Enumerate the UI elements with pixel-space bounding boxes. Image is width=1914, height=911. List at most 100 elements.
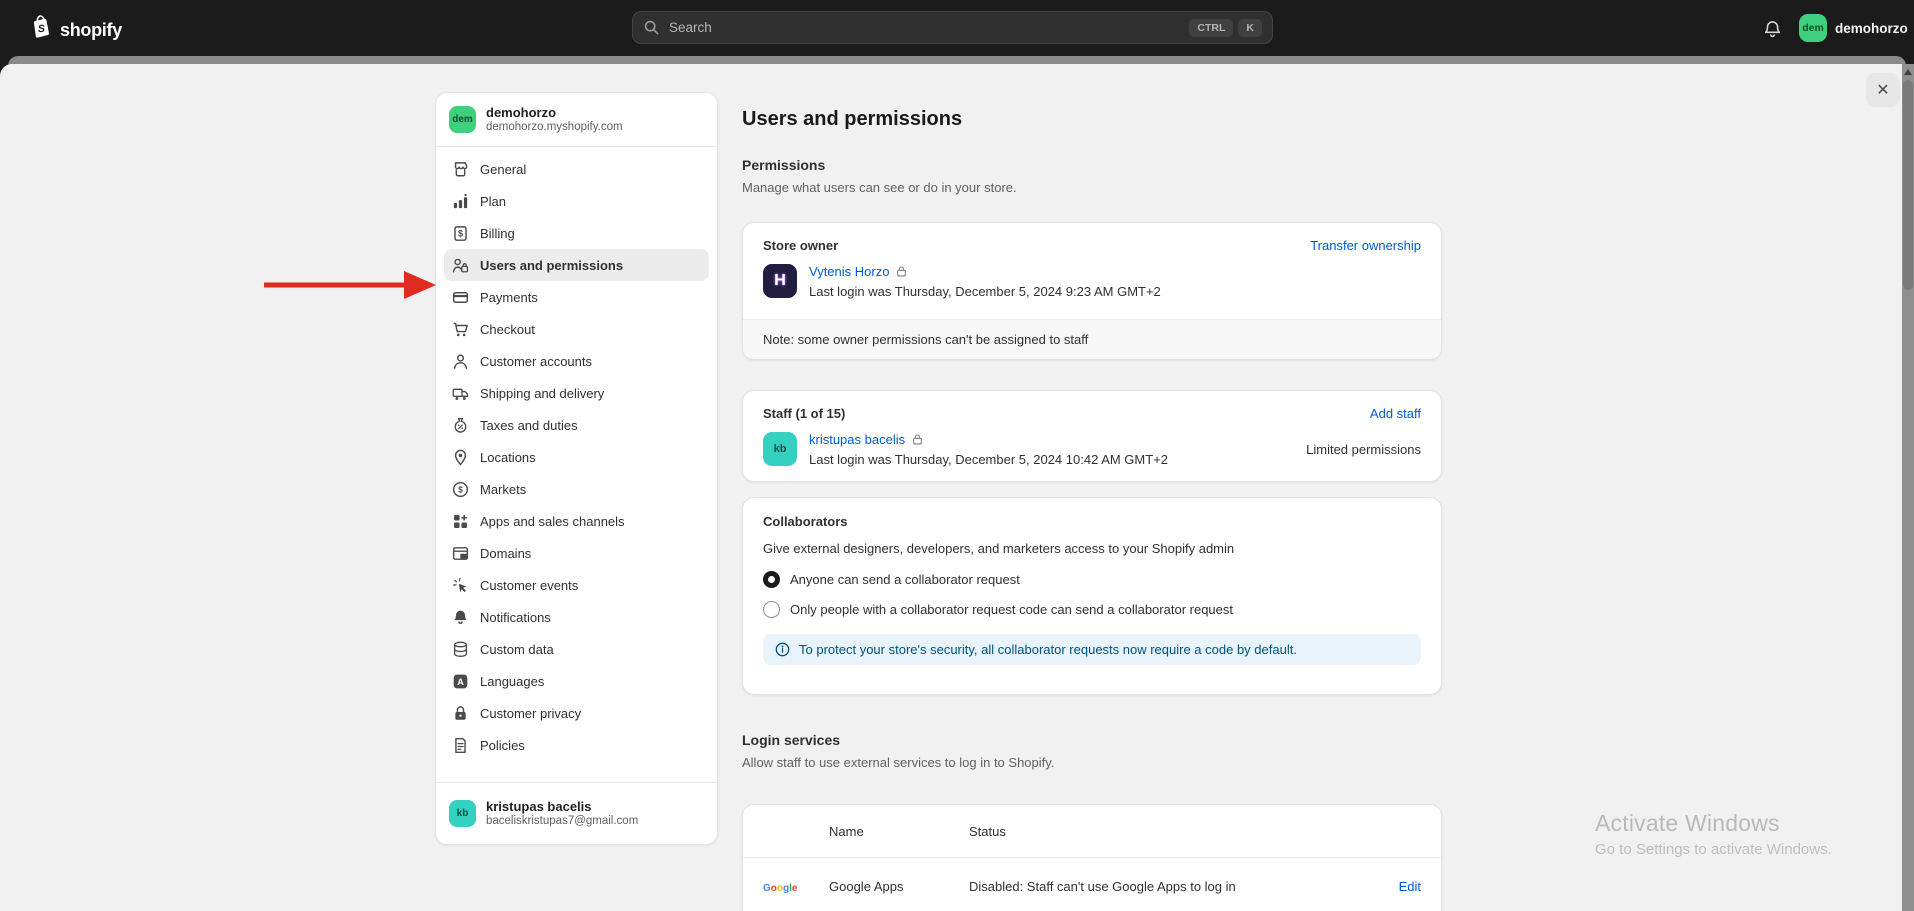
staff-avatar: kb <box>763 432 797 466</box>
radio-selected[interactable] <box>763 571 780 588</box>
sidebar-item-label: Customer privacy <box>480 706 581 721</box>
transfer-ownership-link[interactable]: Transfer ownership <box>1310 238 1421 253</box>
store-header[interactable]: dem demohorzo demohorzo.myshopify.com <box>436 93 717 147</box>
radio-option-anyone-can-send-a-collaborator[interactable]: Anyone can send a collaborator request <box>763 571 1421 588</box>
staff-name-link[interactable]: kristupas bacelis <box>809 432 1168 447</box>
login-services-description: Allow staff to use external services to … <box>742 755 1054 770</box>
login-col-name: Name <box>829 824 969 839</box>
owner-last-login: Last login was Thursday, December 5, 202… <box>809 284 1161 299</box>
sidebar-item-notifications[interactable]: Notifications <box>444 601 709 633</box>
sidebar-user[interactable]: kb kristupas bacelis baceliskristupas7@g… <box>436 782 717 844</box>
collaborators-card: Collaborators Give external designers, d… <box>742 497 1442 695</box>
sidebar-item-plan[interactable]: Plan <box>444 185 709 217</box>
user-email: baceliskristupas7@gmail.com <box>486 814 638 828</box>
sidebar-item-label: General <box>480 162 526 177</box>
sidebar-item-label: Languages <box>480 674 544 689</box>
sidebar-item-payments[interactable]: Payments <box>444 281 709 313</box>
policies-doc-icon <box>451 736 470 755</box>
sidebar-item-checkout[interactable]: Checkout <box>444 313 709 345</box>
user-name: kristupas bacelis <box>486 799 638 814</box>
staff-heading: Staff (1 of 15) <box>763 406 845 421</box>
location-pin-icon <box>451 448 470 467</box>
close-icon: ✕ <box>1876 80 1889 100</box>
sidebar-item-label: Payments <box>480 290 538 305</box>
radio-unselected[interactable] <box>763 601 780 618</box>
sidebar-item-apps-and-sales-channels[interactable]: Apps and sales channels <box>444 505 709 537</box>
svg-text:S: S <box>38 23 46 35</box>
radio-option-only-people-with-a-collaborato[interactable]: Only people with a collaborator request … <box>763 601 1421 618</box>
search-icon <box>643 19 660 36</box>
sidebar-item-users-and-permissions[interactable]: Users and permissions <box>444 249 709 281</box>
taxes-icon <box>451 416 470 435</box>
staff-permissions-label: Limited permissions <box>1306 442 1421 457</box>
scrollbar-up-arrow-icon[interactable] <box>1904 69 1912 75</box>
svg-text:A: A <box>457 676 464 686</box>
sidebar-item-customer-privacy[interactable]: Customer privacy <box>444 697 709 729</box>
svg-text:$: $ <box>458 228 463 238</box>
sidebar-item-shipping-and-delivery[interactable]: Shipping and delivery <box>444 377 709 409</box>
customer-accounts-icon <box>451 352 470 371</box>
staff-last-login: Last login was Thursday, December 5, 202… <box>809 452 1168 467</box>
store-avatar: dem <box>449 106 476 133</box>
sidebar-item-label: Customer accounts <box>480 354 592 369</box>
sidebar-item-label: Customer events <box>480 578 578 593</box>
account-avatar: dem <box>1799 14 1827 42</box>
close-button[interactable]: ✕ <box>1866 73 1900 107</box>
sidebar-item-customer-events[interactable]: Customer events <box>444 569 709 601</box>
lock-icon <box>895 265 908 278</box>
svg-text:$: $ <box>458 485 463 494</box>
login-services-rows: GoogleGoogle AppsDisabled: Staff can't u… <box>743 858 1441 911</box>
google-logo: Google <box>763 879 829 894</box>
edit-service-link[interactable]: Edit <box>1371 879 1421 894</box>
custom-data-icon <box>451 640 470 659</box>
account-menu[interactable]: dem demohorzo <box>1799 14 1908 42</box>
sidebar-item-customer-accounts[interactable]: Customer accounts <box>444 345 709 377</box>
owner-avatar: H <box>763 264 797 298</box>
languages-icon: A <box>451 672 470 691</box>
sidebar-item-custom-data[interactable]: Custom data <box>444 633 709 665</box>
sidebar-item-languages[interactable]: A Languages <box>444 665 709 697</box>
sidebar-item-label: Domains <box>480 546 531 561</box>
search-input[interactable]: Search CTRL K <box>632 11 1273 44</box>
info-icon <box>775 642 790 657</box>
checkout-cart-icon <box>451 320 470 339</box>
sidebar-item-billing[interactable]: $Billing <box>444 217 709 249</box>
page-title: Users and permissions <box>742 108 962 131</box>
notifications-bell-icon <box>451 608 470 627</box>
sidebar-item-label: Checkout <box>480 322 535 337</box>
lock-icon <box>911 433 924 446</box>
sidebar-item-locations[interactable]: Locations <box>444 441 709 473</box>
sidebar-item-markets[interactable]: $Markets <box>444 473 709 505</box>
shopify-logo[interactable]: S shopify <box>28 13 122 47</box>
screen: S shopify Search CTRL K dem d <box>0 0 1914 911</box>
owner-note: Note: some owner permissions can't be as… <box>743 319 1441 359</box>
owner-name-link[interactable]: Vytenis Horzo <box>809 264 1161 279</box>
shortcut-key-k: K <box>1238 19 1262 37</box>
search-placeholder: Search <box>669 20 1184 35</box>
permissions-description: Manage what users can see or do in your … <box>742 180 1017 195</box>
store-name: demohorzo <box>486 105 623 120</box>
billing-icon: $ <box>451 224 470 243</box>
store-owner-card: Store owner Transfer ownership H Vytenis… <box>742 222 1442 360</box>
users-permissions-icon <box>451 256 470 275</box>
sidebar-item-domains[interactable]: Domains <box>444 537 709 569</box>
add-staff-link[interactable]: Add staff <box>1370 406 1421 421</box>
sidebar-item-general[interactable]: General <box>444 153 709 185</box>
login-services-heading: Login services <box>742 732 840 748</box>
activate-windows-watermark: Activate Windows Go to Settings to activ… <box>1595 810 1832 858</box>
collaborators-info-banner: To protect your store's security, all co… <box>763 634 1421 665</box>
vertical-scrollbar[interactable] <box>1902 64 1914 911</box>
privacy-lock-icon <box>451 704 470 723</box>
service-status: Disabled: Staff can't use Google Apps to… <box>969 879 1371 894</box>
domains-icon <box>451 544 470 563</box>
scrollbar-thumb[interactable] <box>1903 80 1913 290</box>
notifications-bell-button[interactable] <box>1760 17 1784 41</box>
radio-label: Only people with a collaborator request … <box>790 602 1233 617</box>
customer-events-icon <box>451 576 470 595</box>
sidebar-item-taxes-and-duties[interactable]: Taxes and duties <box>444 409 709 441</box>
sidebar-item-policies[interactable]: Policies <box>444 729 709 761</box>
sidebar-item-label: Locations <box>480 450 536 465</box>
login-services-card: Name Status GoogleGoogle AppsDisabled: S… <box>742 804 1442 911</box>
sidebar-item-label: Policies <box>480 738 525 753</box>
store-domain: demohorzo.myshopify.com <box>486 120 623 134</box>
